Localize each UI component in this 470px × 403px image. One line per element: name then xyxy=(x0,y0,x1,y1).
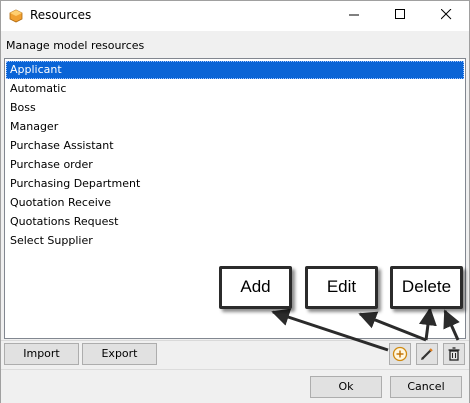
maximize-icon xyxy=(394,9,406,23)
app-icon xyxy=(9,9,23,23)
list-item[interactable]: Select Supplier xyxy=(6,232,464,250)
close-icon xyxy=(440,8,452,23)
resources-dialog: Resources Manage model resources Applica… xyxy=(0,0,470,403)
list-item[interactable]: Purchase order xyxy=(6,156,464,174)
ok-button[interactable]: Ok xyxy=(310,376,382,398)
list-toolbar: Import Export xyxy=(1,340,469,369)
delete-callout: Delete xyxy=(390,266,463,309)
list-item[interactable]: Automatic xyxy=(6,80,464,98)
list-item[interactable]: Boss xyxy=(6,99,464,117)
maximize-button[interactable] xyxy=(377,1,423,31)
cancel-button[interactable]: Cancel xyxy=(390,376,462,398)
trash-icon xyxy=(444,347,464,367)
add-button[interactable] xyxy=(389,343,411,365)
edit-callout: Edit xyxy=(305,266,378,309)
minimize-button[interactable] xyxy=(331,1,377,31)
list-item[interactable]: Quotations Request xyxy=(6,213,464,231)
section-label: Manage model resources xyxy=(6,39,145,52)
list-item[interactable]: Manager xyxy=(6,118,464,136)
list-item[interactable]: Quotation Receive xyxy=(6,194,464,212)
window-title: Resources xyxy=(30,8,92,22)
title-bar: Resources xyxy=(1,1,469,31)
list-item[interactable]: Applicant xyxy=(6,61,464,79)
close-button[interactable] xyxy=(423,1,469,31)
minimize-icon xyxy=(348,9,360,23)
edit-button[interactable] xyxy=(416,343,438,365)
dialog-footer: Ok Cancel xyxy=(1,369,469,403)
list-item[interactable]: Purchasing Department xyxy=(6,175,464,193)
add-icon xyxy=(390,346,410,367)
pencil-icon xyxy=(417,348,437,367)
delete-button[interactable] xyxy=(443,343,465,365)
add-callout: Add xyxy=(219,266,292,309)
import-button[interactable]: Import xyxy=(4,343,79,365)
export-button[interactable]: Export xyxy=(82,343,157,365)
list-item[interactable]: Purchase Assistant xyxy=(6,137,464,155)
